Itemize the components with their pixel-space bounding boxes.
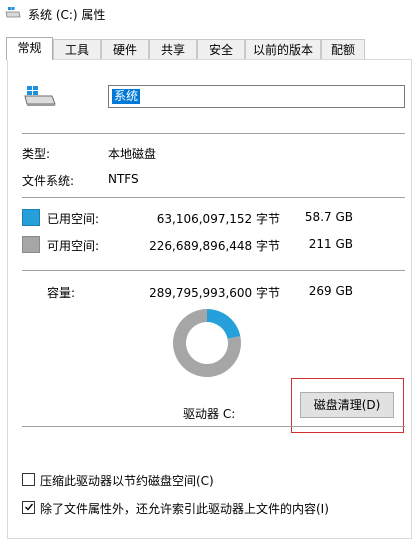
compress-checkbox[interactable] — [22, 473, 35, 486]
index-checkbox[interactable] — [22, 501, 35, 514]
capacity-size: 269 GB — [308, 284, 353, 298]
tab-previous-versions[interactable]: 以前的版本 — [245, 39, 321, 59]
used-space-bytes: 63,106,097,152 字节 — [156, 212, 280, 226]
divider — [22, 197, 405, 198]
free-space-label: 可用空间: — [47, 239, 100, 253]
free-space-swatch — [22, 236, 40, 253]
drive-icon — [5, 7, 21, 18]
divider — [22, 426, 405, 427]
used-space-swatch — [22, 209, 40, 226]
free-space-bytes: 226,689,896,448 字节 — [149, 239, 280, 253]
disk-cleanup-button[interactable]: 磁盘清理(D) — [300, 392, 394, 418]
filesystem-label: 文件系统: — [22, 174, 75, 188]
divider — [22, 133, 405, 134]
used-space-size: 58.7 GB — [304, 210, 353, 224]
tab-quota[interactable]: 配额 — [321, 39, 365, 59]
checkmark-icon — [25, 503, 34, 511]
drive-icon — [24, 86, 56, 106]
compress-label[interactable]: 压缩此驱动器以节约磁盘空间(C) — [40, 472, 214, 489]
tab-general[interactable]: 常规 — [6, 37, 53, 60]
type-value: 本地磁盘 — [108, 147, 157, 161]
tab-sharing[interactable]: 共享 — [149, 39, 197, 59]
tab-hardware[interactable]: 硬件 — [101, 39, 149, 59]
free-space-size: 211 GB — [308, 237, 353, 251]
used-space-arc — [207, 309, 241, 339]
window-title: 系统 (C:) 属性 — [28, 8, 106, 22]
drive-name-value: 系统 — [112, 89, 141, 104]
tab-security[interactable]: 安全 — [197, 39, 245, 59]
filesystem-value: NTFS — [108, 172, 139, 186]
used-space-label: 已用空间: — [47, 212, 100, 226]
capacity-label: 容量: — [47, 286, 76, 300]
disk-usage-donut — [173, 309, 241, 377]
drive-letter-label: 驱动器 C: — [183, 407, 236, 421]
index-label[interactable]: 除了文件属性外，还允许索引此驱动器上文件的内容(I) — [40, 500, 329, 517]
drive-name-input[interactable]: 系统 — [108, 85, 405, 108]
capacity-bytes: 289,795,993,600 字节 — [149, 286, 280, 300]
tab-tools[interactable]: 工具 — [53, 39, 101, 59]
divider — [22, 270, 405, 271]
type-label: 类型: — [22, 147, 51, 161]
title-bar: 系统 (C:) 属性 — [0, 0, 412, 30]
